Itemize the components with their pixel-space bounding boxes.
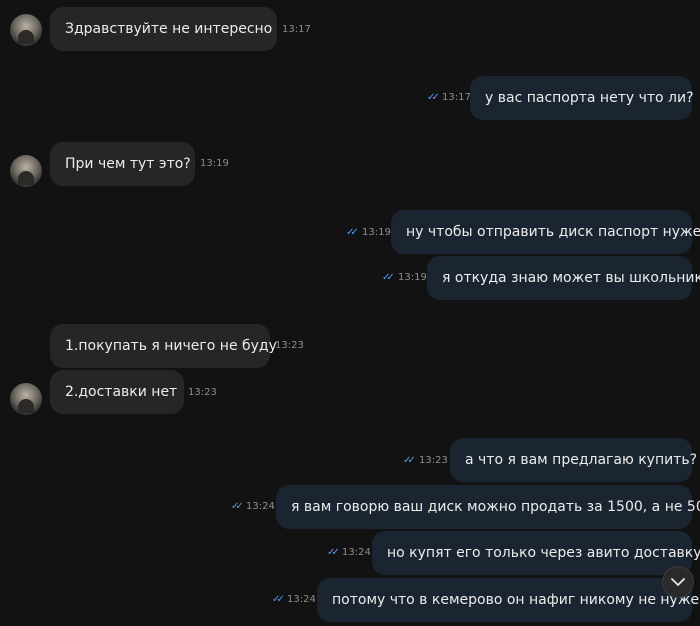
message-text: а что я вам предлагаю купить? xyxy=(465,452,698,468)
message-text: у вас паспорта нету что ли? xyxy=(485,90,694,106)
scroll-to-bottom-button[interactable] xyxy=(662,566,694,598)
message-bubble-incoming[interactable]: 2.доставки нет xyxy=(50,370,184,414)
message-text: я вам говорю ваш диск можно продать за 1… xyxy=(291,499,700,515)
contact-avatar[interactable] xyxy=(10,155,42,187)
message-text: Здравствуйте не интересно xyxy=(65,21,273,37)
contact-avatar[interactable] xyxy=(10,383,42,415)
message-bubble-outgoing[interactable]: потому что в кемерово он нафиг никому не… xyxy=(317,578,700,622)
message-time: 13:19 xyxy=(362,227,391,238)
double-check-icon: ✓✓ xyxy=(346,227,359,238)
message-bubble-incoming[interactable]: 1.покупать я ничего не буду xyxy=(50,324,277,368)
message-text: я откуда знаю может вы школьник xyxy=(442,270,700,286)
message-text: потому что в кемерово он нафиг никому не… xyxy=(332,592,700,608)
double-check-icon: ✓✓ xyxy=(327,547,340,558)
message-bubble-outgoing[interactable]: ну чтобы отправить диск паспорт нуже xyxy=(391,210,700,254)
message-bubble-outgoing[interactable]: я откуда знаю может вы школьник xyxy=(427,256,700,300)
message-time: 13:23 xyxy=(275,340,304,351)
chevron-down-icon xyxy=(671,578,685,586)
double-check-icon: ✓✓ xyxy=(272,594,285,605)
message-text: но купят его только через авито доставку xyxy=(387,545,700,561)
message-bubble-outgoing[interactable]: у вас паспорта нету что ли? xyxy=(470,76,694,120)
message-time: 13:17 xyxy=(282,24,311,35)
message-time: 13:24 xyxy=(342,547,371,558)
message-text: 1.покупать я ничего не буду xyxy=(65,338,277,354)
double-check-icon: ✓✓ xyxy=(427,92,440,103)
message-bubble-incoming[interactable]: Здравствуйте не интересно xyxy=(50,7,277,51)
double-check-icon: ✓✓ xyxy=(403,455,416,466)
message-time: 13:23 xyxy=(188,387,217,398)
double-check-icon: ✓✓ xyxy=(382,272,395,283)
message-time: 13:17 xyxy=(442,92,471,103)
message-time: 13:19 xyxy=(200,158,229,169)
message-bubble-outgoing[interactable]: а что я вам предлагаю купить? xyxy=(450,438,697,482)
message-time: 13:19 xyxy=(398,272,427,283)
chat-message-list: Здравствуйте не интересно 13:17 ✓✓ 13:17… xyxy=(0,0,700,626)
double-check-icon: ✓✓ xyxy=(231,501,244,512)
message-text: 2.доставки нет xyxy=(65,384,178,400)
message-bubble-incoming[interactable]: При чем тут это? xyxy=(50,142,195,186)
message-bubble-outgoing[interactable]: но купят его только через авито доставку xyxy=(372,531,700,575)
message-text: ну чтобы отправить диск паспорт нуже xyxy=(406,224,700,240)
contact-avatar[interactable] xyxy=(10,14,42,46)
message-bubble-outgoing[interactable]: я вам говорю ваш диск можно продать за 1… xyxy=(276,485,700,529)
message-time: 13:23 xyxy=(419,455,448,466)
message-time: 13:24 xyxy=(246,501,275,512)
message-time: 13:24 xyxy=(287,594,316,605)
message-text: При чем тут это? xyxy=(65,156,191,172)
